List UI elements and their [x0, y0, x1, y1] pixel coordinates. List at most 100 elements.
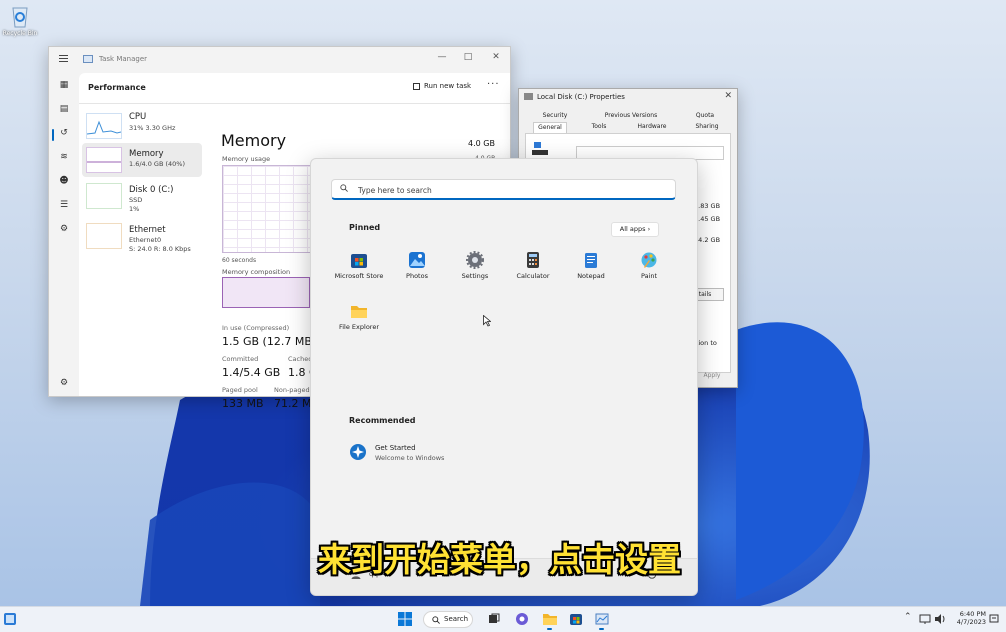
- start-search-box[interactable]: [331, 179, 676, 200]
- settings-gear-icon[interactable]: ⚙: [58, 377, 70, 389]
- all-apps-label: All apps: [619, 225, 646, 233]
- tab-sharing[interactable]: Sharing: [689, 122, 725, 132]
- video-subtitle: 来到开始菜单，点击设置: [318, 540, 681, 579]
- recycle-bin[interactable]: Recycle Bin: [2, 4, 38, 37]
- users-icon[interactable]: ☻: [58, 175, 70, 187]
- dialog-title: Local Disk (C:) Properties: [537, 93, 625, 101]
- performance-icon[interactable]: ▤: [58, 103, 70, 115]
- cpu-sparkline: [86, 113, 122, 139]
- tray-overflow-chevron-icon[interactable]: ⌃: [904, 612, 918, 626]
- memory-capacity: 4.0 GB: [468, 139, 495, 148]
- run-new-task-label: Run new task: [424, 82, 472, 90]
- run-task-icon: [413, 82, 420, 90]
- startup-apps-icon[interactable]: ≋: [58, 151, 70, 163]
- services-icon[interactable]: ⚙: [58, 223, 70, 235]
- perf-item-name: Ethernet: [129, 225, 166, 235]
- pinned-app-microsoft-store[interactable]: Microsoft Store: [331, 251, 387, 280]
- pinned-app-calculator[interactable]: Calculator: [505, 251, 561, 280]
- pinned-app-photos[interactable]: Photos: [389, 251, 445, 280]
- app-label: Notepad: [577, 272, 605, 280]
- tab-hardware[interactable]: Hardware: [631, 122, 673, 132]
- task-manager-titlebar[interactable]: Task Manager — □ ✕: [49, 47, 510, 73]
- apply-button[interactable]: Apply: [695, 371, 729, 381]
- pinned-app-paint[interactable]: Paint: [621, 251, 677, 280]
- tab-security[interactable]: Security: [539, 111, 571, 121]
- app-label: Microsoft Store: [334, 272, 384, 280]
- drive-large-icon: [532, 142, 548, 156]
- widgets-icon[interactable]: [3, 612, 17, 626]
- tab-general[interactable]: General: [533, 122, 567, 133]
- notepad-icon: [582, 251, 600, 269]
- hamburger-menu-icon[interactable]: [59, 55, 68, 64]
- all-apps-button[interactable]: All apps ›: [611, 222, 659, 237]
- app-label: Calculator: [516, 272, 550, 280]
- close-icon[interactable]: ✕: [724, 91, 732, 101]
- minimize-button[interactable]: —: [429, 47, 455, 67]
- disk-sparkline: [86, 183, 122, 209]
- running-indicator: [547, 628, 552, 630]
- notification-icon[interactable]: [989, 614, 999, 624]
- in-use-label: In use (Compressed): [222, 324, 290, 332]
- page-title: Performance: [88, 83, 146, 92]
- app-history-icon[interactable]: ↺: [58, 127, 70, 139]
- pinned-app-settings[interactable]: Settings: [447, 251, 503, 280]
- task-manager-taskbar-icon[interactable]: [595, 612, 609, 626]
- get-started-icon: [349, 443, 367, 461]
- tab-tools[interactable]: Tools: [583, 122, 615, 132]
- tab-quota[interactable]: Quota: [689, 111, 721, 121]
- pinned-app-file-explorer[interactable]: File Explorer: [331, 302, 387, 331]
- close-button[interactable]: ✕: [483, 47, 509, 67]
- details-icon[interactable]: ☰: [58, 199, 70, 211]
- perf-item-throughput: S: 24.0 R: 8.0 Kbps: [129, 245, 191, 253]
- system-clock[interactable]: 6:40 PM 4/7/2023: [952, 610, 986, 626]
- taskbar-search-button[interactable]: Search: [423, 611, 473, 628]
- perf-item-ethernet[interactable]: Ethernet Ethernet0 S: 24.0 R: 8.0 Kbps: [82, 219, 202, 253]
- drive-icon: [524, 93, 533, 100]
- photos-icon: [408, 251, 426, 269]
- volume-icon[interactable]: [933, 612, 947, 626]
- clock-time: 6:40 PM: [959, 610, 986, 618]
- store-icon: [350, 251, 368, 269]
- task-manager-app-icon: [83, 55, 93, 63]
- settings-icon: [466, 251, 484, 269]
- perf-item-cpu[interactable]: CPU 31% 3.30 GHz: [82, 109, 202, 143]
- nav-selection-indicator: [52, 129, 54, 141]
- maximize-button[interactable]: □: [455, 47, 481, 67]
- memory-sparkline: [86, 147, 122, 173]
- perf-item-detail: Ethernet0: [129, 236, 162, 244]
- more-options-icon[interactable]: ···: [487, 79, 500, 90]
- search-input[interactable]: [356, 182, 660, 198]
- recommended-title: Get Started: [375, 444, 416, 452]
- perf-item-detail: SSD: [129, 196, 143, 204]
- start-button-icon[interactable]: [398, 612, 412, 626]
- paged-pool-value: 133 MB: [222, 397, 264, 410]
- task-view-icon[interactable]: [487, 612, 501, 626]
- search-icon: [432, 616, 440, 624]
- committed-label: Committed: [222, 355, 259, 363]
- app-label: Photos: [406, 272, 428, 280]
- non-paged-label: Non-paged: [274, 386, 310, 394]
- network-icon[interactable]: [918, 612, 932, 626]
- perf-item-name: Disk 0 (C:): [129, 185, 174, 195]
- perf-item-disk[interactable]: Disk 0 (C:) SSD 1%: [82, 179, 202, 213]
- run-new-task-button[interactable]: Run new task: [413, 82, 471, 90]
- processes-icon[interactable]: ▦: [58, 79, 70, 91]
- folder-icon: [350, 302, 368, 320]
- perf-item-name: Memory: [129, 149, 164, 159]
- store-taskbar-icon[interactable]: [569, 612, 583, 626]
- non-paged-value: 71.2 M: [274, 397, 312, 410]
- running-indicator: [599, 628, 604, 630]
- search-icon: [340, 184, 348, 192]
- chat-icon[interactable]: [515, 612, 529, 626]
- perf-item-memory[interactable]: Memory 1.6/4.0 GB (40%): [82, 143, 202, 177]
- perf-item-detail: 1.6/4.0 GB (40%): [129, 160, 186, 168]
- perf-item-usage: 1%: [129, 205, 140, 213]
- file-explorer-taskbar-icon[interactable]: [543, 612, 557, 626]
- pinned-app-notepad[interactable]: Notepad: [563, 251, 619, 280]
- memory-composition-bar: [222, 277, 310, 308]
- window-title: Task Manager: [99, 55, 148, 63]
- recycle-bin-label: Recycle Bin: [2, 30, 38, 37]
- recommended-subtitle: Welcome to Windows: [375, 454, 445, 462]
- perf-item-detail: 31% 3.30 GHz: [129, 124, 176, 132]
- tab-previous-versions[interactable]: Previous Versions: [599, 111, 663, 121]
